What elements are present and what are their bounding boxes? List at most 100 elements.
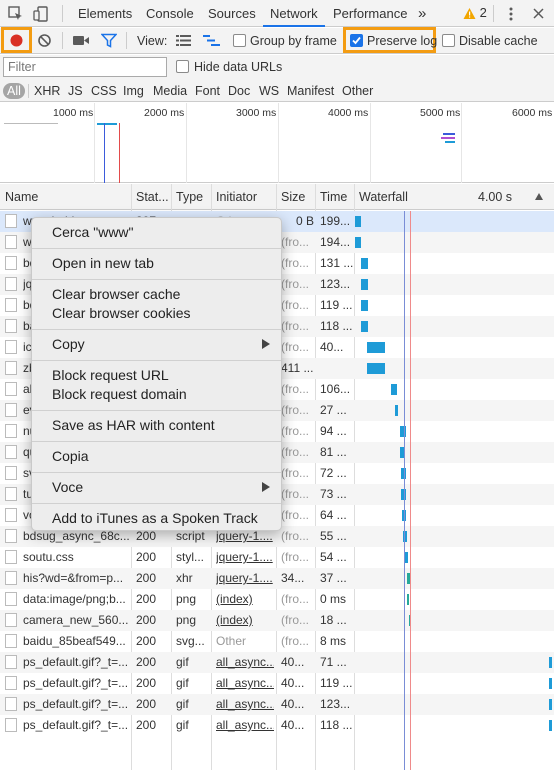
preserve-log-checkbox[interactable] [350,34,363,47]
column-header-type[interactable]: Type [176,190,203,204]
inspect-element-icon[interactable] [7,5,25,23]
submenu-arrow-icon [262,339,270,349]
menu-separator [32,410,281,411]
menu-item-itunes[interactable]: Add to iTunes as a Spoken Track [52,510,258,526]
screenshots-button[interactable] [73,34,90,50]
menu-item-voce[interactable]: Voce [52,479,83,495]
cell-initiator[interactable]: jquery-1.... [216,550,274,564]
cell-initiator[interactable]: jquery-1.... [216,571,274,585]
column-header-time[interactable]: Time [320,190,347,204]
tab-network[interactable]: Network [263,0,325,27]
type-filter-ws[interactable]: WS [259,83,279,99]
record-button[interactable] [9,33,24,51]
sort-ascending-icon[interactable] [535,193,543,200]
tab-performance[interactable]: Performance [333,0,407,27]
table-row[interactable]: his?wd=&from=p... 200 xhr jquery-1.... 34...… [0,568,554,589]
menu-item-open-new-tab[interactable]: Open in new tab [52,255,154,271]
table-row[interactable]: ps_default.gif?_t=... 200 gif all_async... 4… [0,673,554,694]
large-rows-button[interactable] [176,34,191,50]
cell-time: 55 ... [320,529,347,543]
filter-input[interactable]: Filter [3,57,167,77]
toolbar-separator [62,32,63,49]
hide-data-urls-checkbox[interactable] [176,60,189,73]
type-filter-css[interactable]: CSS [91,83,117,99]
cell-initiator[interactable]: Other [216,634,274,648]
column-header-status[interactable]: Stat... [136,190,169,204]
type-filter-media[interactable]: Media [153,83,187,99]
cell-initiator[interactable]: (index) [216,592,274,606]
cell-time: 40... [320,340,344,354]
tab-sources[interactable]: Sources [208,0,256,27]
cell-initiator[interactable]: jquery-1.... [216,529,274,543]
menu-item-clear-cache[interactable]: Clear browser cache [52,286,180,302]
cell-initiator[interactable]: all_async... [216,718,274,732]
table-row[interactable]: baidu_85beaf549... 200 svg... Other (fro... 8… [0,631,554,652]
type-filter-manifest[interactable]: Manifest [287,83,334,99]
group-by-frame-checkbox[interactable] [233,34,246,47]
overview-activity-bar [443,133,455,135]
dom-content-loaded-line [104,123,105,183]
submenu-arrow-icon [262,482,270,492]
cell-initiator[interactable]: all_async... [216,697,274,711]
type-filter-doc[interactable]: Doc [228,83,250,99]
overview-tick-label: 5000 ms [420,107,461,119]
timeline-overview[interactable]: 1000 ms 2000 ms 3000 ms 4000 ms 5000 ms … [0,103,554,183]
warnings-badge[interactable]: 2 [463,5,487,20]
table-row[interactable]: ps_default.gif?_t=... 200 gif all_async... 4… [0,652,554,673]
clear-button[interactable] [37,33,52,51]
type-filter-font[interactable]: Font [195,83,220,99]
table-row[interactable]: ps_default.gif?_t=... 200 gif all_async... 4… [0,715,554,736]
menu-item-block-domain[interactable]: Block request domain [52,386,187,402]
type-filter-other[interactable]: Other [342,83,373,99]
tab-console[interactable]: Console [146,0,194,27]
devtools-tab-bar: Elements Console Sources Network Perform… [0,0,554,27]
table-row[interactable]: camera_new_560... 200 png (index) (fro... 18 … [0,610,554,631]
filter-toggle-button[interactable] [100,33,118,51]
type-filter-img[interactable]: Img [123,83,144,99]
cell-initiator[interactable]: all_async... [216,676,274,690]
menu-item-clear-cookies[interactable]: Clear browser cookies [52,305,191,321]
column-header-initiator[interactable]: Initiator [216,190,257,204]
load-event-line [410,211,411,770]
cell-name: soutu.css [23,550,74,564]
menu-item-block-url[interactable]: Block request URL [52,367,169,383]
file-icon [5,298,17,312]
menu-item-copia[interactable]: Copia [52,448,89,464]
waterfall-icon [203,35,220,46]
disable-cache-checkbox[interactable] [442,34,455,47]
network-toolbar: View: Group by frame Preserve log Disabl… [0,27,554,54]
type-filter-all[interactable]: All [3,83,25,99]
cell-name: ps_default.gif?_t=... [23,676,129,690]
type-filter-js[interactable]: JS [68,83,83,99]
column-header-name[interactable]: Name [5,190,38,204]
cell-name: data:image/png;b... [23,592,126,606]
cell-name: ps_default.gif?_t=... [23,718,129,732]
table-row[interactable]: soutu.css 200 styl... jquery-1.... (fro... 54… [0,547,554,568]
cell-size: (fro... [281,613,310,627]
cell-status: 200 [136,634,157,648]
column-header-size[interactable]: Size [281,190,305,204]
group-by-frame-label: Group by frame [250,34,337,48]
kebab-menu-icon[interactable] [502,5,520,23]
cell-initiator[interactable]: all_async... [216,655,274,669]
menu-item-copy[interactable]: Copy [52,336,85,352]
menu-item-search[interactable]: Cerca "www" [52,224,134,240]
more-tabs-button[interactable]: » [418,0,426,27]
record-icon [10,34,23,47]
menu-item-save-har[interactable]: Save as HAR with content [52,417,215,433]
table-row[interactable]: data:image/png;b... 200 png (index) (fro... 0… [0,589,554,610]
cell-initiator[interactable]: (index) [216,613,274,627]
overview-tick-label: 6000 ms [512,107,553,119]
toolbar-separator [126,32,127,49]
column-header-waterfall[interactable]: Waterfall [359,190,408,204]
tab-elements[interactable]: Elements [78,0,132,27]
overview-toggle-button[interactable] [203,34,220,50]
cell-size: (fro... [281,424,310,438]
type-separator [28,84,29,98]
type-filter-xhr[interactable]: XHR [34,83,60,99]
device-toolbar-icon[interactable] [33,5,51,23]
close-icon[interactable] [530,5,548,23]
file-icon [5,655,17,669]
waterfall-bar [549,657,552,668]
table-row[interactable]: ps_default.gif?_t=... 200 gif all_async... 4… [0,694,554,715]
